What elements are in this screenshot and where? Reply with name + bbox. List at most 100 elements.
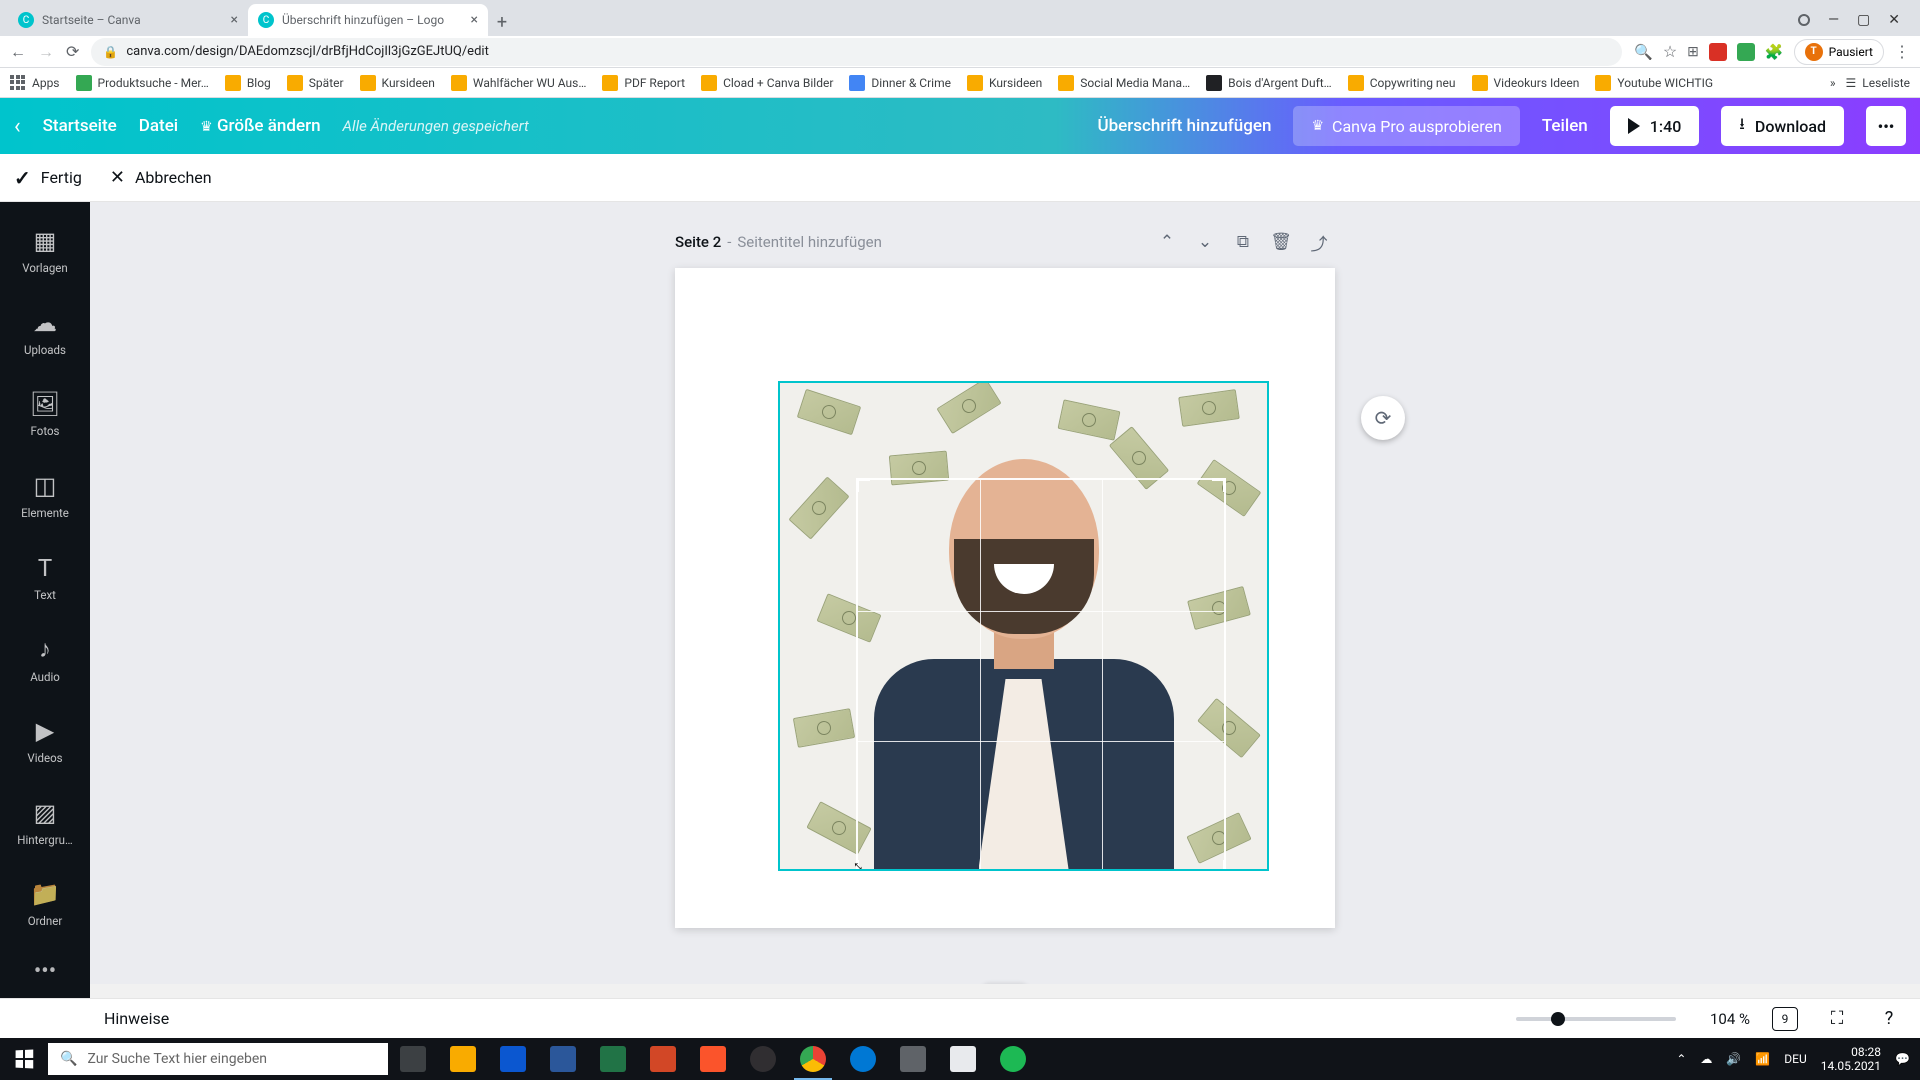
taskbar-app-spotify[interactable]	[988, 1038, 1038, 1080]
browser-tab-0[interactable]: C Startseite – Canva ×	[8, 4, 248, 36]
extension-icon[interactable]	[1709, 43, 1727, 61]
sidebar-item-templates[interactable]: ▦Vorlagen	[0, 210, 90, 292]
tray-volume-icon[interactable]: 🔊	[1726, 1052, 1741, 1066]
address-input[interactable]: 🔒 canva.com/design/DAEdomzscjI/drBfjHdCo…	[91, 38, 1622, 66]
close-window-icon[interactable]: ✕	[1888, 12, 1900, 28]
bookmark-item[interactable]: Produktsuche - Mer…	[76, 75, 209, 91]
share-button[interactable]: Teilen	[1542, 116, 1588, 136]
extension-icon[interactable]	[1737, 43, 1755, 61]
tray-clock[interactable]: 08:28 14.05.2021	[1821, 1045, 1881, 1074]
tray-language[interactable]: DEU	[1784, 1052, 1806, 1066]
taskbar-app-generic[interactable]	[888, 1038, 938, 1080]
file-menu[interactable]: Datei	[139, 116, 178, 136]
duplicate-page-icon[interactable]: ⧉	[1227, 226, 1259, 258]
crop-handle-tr[interactable]	[1212, 478, 1226, 492]
reload-icon[interactable]: ⟳	[66, 42, 79, 61]
bookmark-item[interactable]: Videokurs Ideen	[1472, 75, 1580, 91]
browser-tab-1[interactable]: C Überschrift hinzufügen – Logo ×	[248, 4, 488, 36]
back-icon[interactable]: ←	[10, 42, 26, 62]
zoom-slider[interactable]	[1516, 1017, 1676, 1021]
bookmark-item[interactable]: Copywriting neu	[1348, 75, 1456, 91]
taskbar-app-obs[interactable]	[738, 1038, 788, 1080]
home-link[interactable]: Startseite	[43, 116, 117, 136]
taskbar-app-explorer[interactable]	[438, 1038, 488, 1080]
document-title[interactable]: Überschrift hinzufügen	[1097, 116, 1271, 136]
tray-wifi-icon[interactable]: 📶	[1755, 1052, 1770, 1066]
maximize-icon[interactable]: ▢	[1857, 12, 1870, 28]
tray-onedrive-icon[interactable]: ☁	[1700, 1052, 1712, 1066]
sidebar-item-videos[interactable]: ▶Videos	[0, 700, 90, 782]
bookmark-item[interactable]: Kursideen	[967, 75, 1042, 91]
crop-handle-br[interactable]	[1212, 860, 1226, 871]
bookmark-item[interactable]: Social Media Mana…	[1058, 75, 1190, 91]
taskbar-app-notepad[interactable]	[938, 1038, 988, 1080]
forward-icon[interactable]: →	[38, 42, 54, 62]
new-tab-button[interactable]: +	[488, 8, 516, 36]
sidebar-item-text[interactable]: TText	[0, 537, 90, 619]
horizontal-scrollbar[interactable]	[90, 984, 1920, 998]
canvas-area[interactable]: Seite 2 - Seitentitel hinzufügen ⌃ ⌄ ⧉ 🗑…	[90, 202, 1920, 998]
notes-button[interactable]: Hinweise	[104, 1009, 169, 1028]
refresh-element-button[interactable]: ⟳	[1361, 396, 1405, 440]
bookmark-overflow-icon[interactable]: »	[1830, 76, 1836, 90]
bookmark-item[interactable]: Dinner & Crime	[849, 75, 951, 91]
page-title-input[interactable]: Seitentitel hinzufügen	[737, 233, 882, 251]
delete-page-icon[interactable]: 🗑	[1265, 226, 1297, 258]
bookmark-item[interactable]: Wahlfächer WU Aus…	[451, 75, 587, 91]
more-menu-button[interactable]: •••	[1866, 106, 1906, 146]
reading-list-button[interactable]: ☰ Leseliste	[1846, 76, 1910, 90]
zoom-icon[interactable]: 🔍	[1634, 43, 1653, 61]
crop-frame[interactable]	[858, 480, 1224, 871]
page-up-icon[interactable]: ⌃	[1151, 226, 1183, 258]
tray-notifications-icon[interactable]: 💬	[1895, 1052, 1910, 1066]
bookmark-item[interactable]: PDF Report	[602, 75, 685, 91]
bookmark-item[interactable]: Youtube WICHTIG	[1595, 75, 1713, 91]
zoom-slider-thumb[interactable]	[1551, 1012, 1565, 1026]
close-tab-icon[interactable]: ×	[471, 12, 478, 28]
bookmark-item[interactable]: Kursideen	[360, 75, 435, 91]
download-button[interactable]: ⭳ Download	[1721, 106, 1844, 146]
sidebar-item-background[interactable]: ▨Hintergru…	[0, 782, 90, 864]
start-button[interactable]	[0, 1038, 48, 1080]
crop-done-button[interactable]: ✓ Fertig	[14, 166, 82, 190]
profile-button[interactable]: T Pausiert	[1794, 39, 1884, 65]
sidebar-item-folders[interactable]: 📁Ordner	[0, 863, 90, 945]
crop-handle-tl[interactable]	[856, 478, 870, 492]
help-icon[interactable]: ?	[1872, 1002, 1906, 1036]
taskbar-app-chrome[interactable]	[788, 1038, 838, 1080]
back-arrow-icon[interactable]: ‹	[14, 114, 21, 139]
sidebar-item-audio[interactable]: ♪Audio	[0, 618, 90, 700]
apps-button[interactable]: Apps	[10, 75, 60, 91]
add-page-icon[interactable]: ⤴	[1303, 226, 1335, 258]
browser-menu-icon[interactable]: ⋮	[1894, 42, 1910, 61]
resize-button[interactable]: ♛ Größe ändern	[200, 116, 320, 136]
tray-chevron-icon[interactable]: ⌃	[1676, 1052, 1686, 1066]
crop-cancel-button[interactable]: ✕ Abbrechen	[110, 167, 212, 188]
design-canvas[interactable]: ↔ ⟳	[675, 268, 1335, 928]
taskbar-app-excel[interactable]	[588, 1038, 638, 1080]
star-icon[interactable]: ☆	[1663, 42, 1677, 61]
taskbar-app-edge[interactable]	[838, 1038, 888, 1080]
minimize-icon[interactable]: —	[1828, 12, 1839, 28]
taskbar-app-mail[interactable]	[488, 1038, 538, 1080]
bookmark-item[interactable]: Später	[287, 75, 344, 91]
sidebar-item-elements[interactable]: ◫Elemente	[0, 455, 90, 537]
image-bounds[interactable]: ↔	[778, 381, 1269, 871]
page-down-icon[interactable]: ⌄	[1189, 226, 1221, 258]
qr-icon[interactable]: ⊞	[1687, 44, 1699, 60]
extensions-puzzle-icon[interactable]: 🧩	[1765, 43, 1784, 61]
bookmark-item[interactable]: Bois d'Argent Duft…	[1206, 75, 1332, 91]
play-button[interactable]: 1:40	[1610, 106, 1700, 146]
sidebar-item-photos[interactable]: 🖼Fotos	[0, 373, 90, 455]
page-grid-button[interactable]: 9	[1768, 1002, 1802, 1036]
taskbar-app-word[interactable]	[538, 1038, 588, 1080]
sidebar-more-button[interactable]: •••	[20, 945, 70, 998]
taskbar-app-brave[interactable]	[688, 1038, 738, 1080]
zoom-percent[interactable]: 104 %	[1694, 1010, 1750, 1028]
account-indicator-icon[interactable]	[1798, 14, 1810, 26]
taskbar-search-input[interactable]: 🔍 Zur Suche Text hier eingeben	[48, 1043, 388, 1075]
taskbar-app-powerpoint[interactable]	[638, 1038, 688, 1080]
try-pro-button[interactable]: ♛ Canva Pro ausprobieren	[1293, 106, 1519, 146]
close-tab-icon[interactable]: ×	[231, 12, 238, 28]
fullscreen-icon[interactable]: ⛶	[1820, 1002, 1854, 1036]
